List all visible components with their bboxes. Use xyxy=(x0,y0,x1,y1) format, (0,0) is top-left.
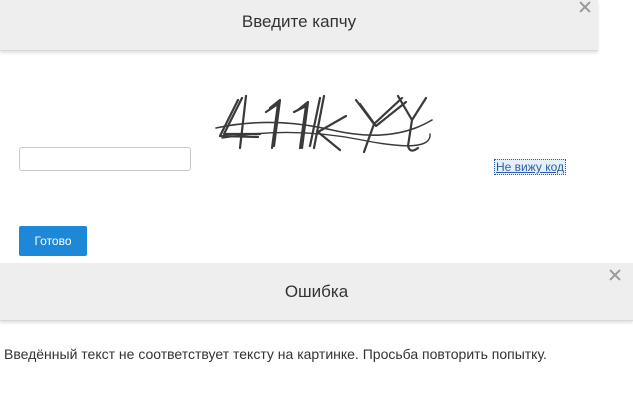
captcha-dialog-title: Введите капчу xyxy=(241,12,357,31)
captcha-dialog-header: Введите капчу xyxy=(0,0,598,51)
error-message: Введённый текст не соответствует тексту … xyxy=(4,346,547,362)
error-dialog-header: Ошибка xyxy=(0,263,633,321)
error-dialog-title: Ошибка xyxy=(284,282,349,301)
cant-see-code-link[interactable]: Не вижу код xyxy=(494,159,567,175)
captcha-image xyxy=(215,94,433,154)
submit-button[interactable]: Готово xyxy=(19,226,87,256)
captcha-input[interactable] xyxy=(19,147,191,171)
captcha-dialog: Введите капчу Не вижу код Готово xyxy=(0,0,598,263)
close-icon[interactable] xyxy=(608,268,622,282)
close-icon[interactable] xyxy=(578,0,592,14)
